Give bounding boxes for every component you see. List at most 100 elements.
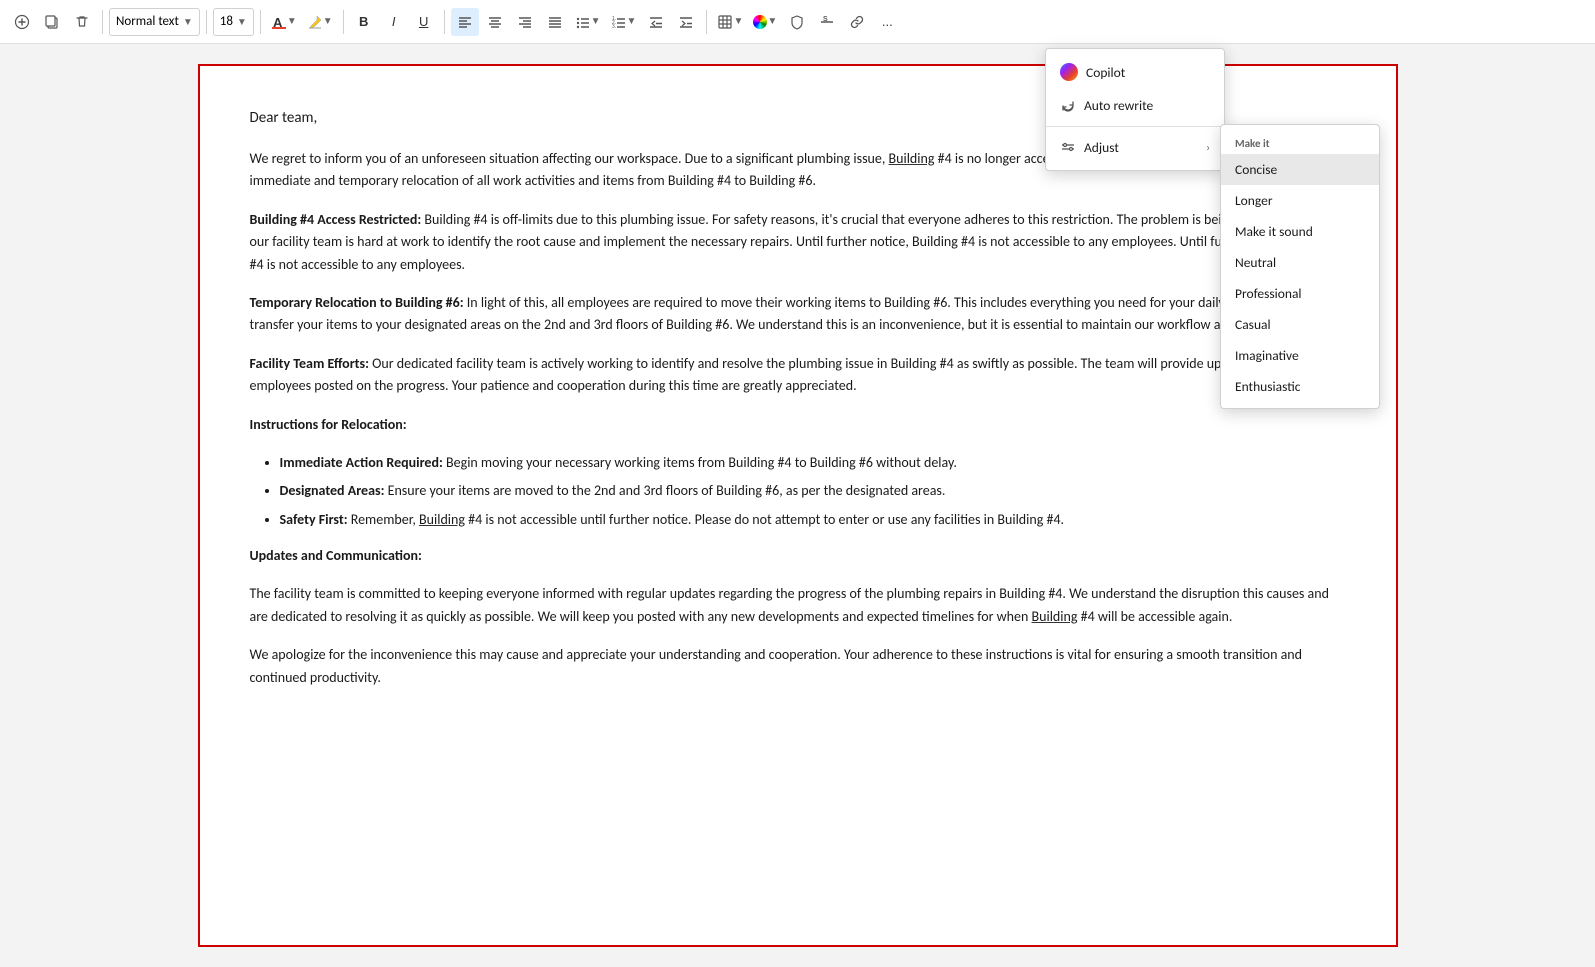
underline-button[interactable]: U [410,8,438,36]
font-color-chevron: ▼ [287,16,297,27]
delete-icon-button[interactable] [68,8,96,36]
table-chevron: ▼ [733,16,743,27]
section3-title: Facility Team Efforts: [250,355,369,372]
makeit-label-6: Imaginative [1235,347,1299,364]
makeit-label-4: Professional [1235,285,1302,302]
updates-title-text: Updates and Communication: [250,547,422,564]
align-justify-button[interactable] [541,8,569,36]
copilot-menu-item[interactable]: Copilot [1046,55,1224,89]
section2-title: Temporary Relocation to Building #6: [250,294,464,311]
makeit-item-longer[interactable]: Longer [1221,185,1379,216]
section1-title: Building #4 Access Restricted: [250,211,422,228]
updates-title-para: Updates and Communication: [250,545,1346,567]
copy-icon-button[interactable] [38,8,66,36]
style-chevron: ▼ [183,15,193,28]
main-area: Dear team, We regret to inform you of an… [0,44,1595,967]
svg-text:3.: 3. [612,24,616,30]
instructions-title: Instructions for Relocation: [250,414,1346,436]
makeit-item-neutral[interactable]: Neutral [1221,247,1379,278]
bullet3-title: Safety First: [280,511,348,528]
document-container: Dear team, We regret to inform you of an… [198,64,1398,947]
bullet2-body: Ensure your items are moved to the 2nd a… [384,482,945,499]
bullet2-title: Designated Areas: [280,482,385,499]
separator-5 [444,10,445,34]
instructions-list: Immediate Action Required: Begin moving … [280,452,1346,531]
color-palette-chevron: ▼ [767,16,777,27]
makeit-label-0: Concise [1235,161,1277,178]
table-button[interactable]: ▼ [713,8,747,36]
makeit-header: Make it [1221,131,1379,154]
makeit-label-1: Longer [1235,192,1273,209]
highlight-chevron: ▼ [323,16,333,27]
adjust-label: Adjust [1084,139,1119,156]
font-size-chevron: ▼ [237,15,247,28]
bold-button[interactable]: B [350,8,378,36]
color-palette-button[interactable]: ▼ [749,8,781,36]
toolbar: Normal text ▼ 18 ▼ A ▼ ▼ B I U [0,0,1595,44]
copilot-label: Copilot [1086,64,1125,81]
copilot-icon [1060,63,1078,81]
building-link-3: Building [419,511,465,528]
underline-label: U [419,14,428,29]
separator-1 [102,10,103,34]
italic-label: I [392,14,396,29]
more-options-button[interactable]: ... [873,8,901,36]
auto-rewrite-menu-item[interactable]: Auto rewrite [1046,89,1224,122]
auto-rewrite-label: Auto rewrite [1084,97,1153,114]
adjust-icon [1060,140,1076,156]
auto-rewrite-icon [1060,98,1076,114]
makeit-item-casual[interactable]: Casual [1221,309,1379,340]
font-color-button[interactable]: A ▼ [267,8,301,36]
makeit-label-5: Casual [1235,316,1271,333]
list-item-2: Designated Areas: Ensure your items are … [280,480,1346,502]
separator-3 [260,10,261,34]
closing-para: We apologize for the inconvenience this … [250,644,1346,689]
indent-increase-button[interactable] [672,8,700,36]
makeit-label-7: Enthusiastic [1235,378,1300,395]
doc-section3: Facility Team Efforts: Our dedicated fac… [250,353,1346,398]
copilot-menu: Copilot Auto rewrite Adjust › [1045,48,1225,171]
instructions-title-text: Instructions for Relocation: [250,416,407,433]
indent-decrease-button[interactable] [642,8,670,36]
makeit-item-concise[interactable]: Concise [1221,154,1379,185]
updates-body-para: The facility team is committed to keepin… [250,583,1346,628]
style-label: Normal text [116,14,179,29]
makeit-label-3: Neutral [1235,254,1276,271]
makeit-item-enthusiastic[interactable]: Enthusiastic [1221,371,1379,402]
makeit-item-professional[interactable]: Professional [1221,278,1379,309]
italic-button[interactable]: I [380,8,408,36]
list-item-1: Immediate Action Required: Begin moving … [280,452,1346,474]
shield-button[interactable] [783,8,811,36]
style-dropdown[interactable]: Normal text ▼ [109,8,200,36]
separator-6 [706,10,707,34]
bullet1-body: Begin moving your necessary working item… [443,454,957,471]
color-circle-icon [753,15,767,29]
align-center-button[interactable] [481,8,509,36]
makeit-item-make-it-sound[interactable]: Make it sound [1221,216,1379,247]
adjust-left: Adjust [1060,139,1119,156]
doc-section1: Building #4 Access Restricted: Building … [250,209,1346,276]
numbered-list-button[interactable]: 1.2.3. ▼ [607,8,641,36]
bullet-list-button[interactable]: ▼ [571,8,605,36]
makeit-item-imaginative[interactable]: Imaginative [1221,340,1379,371]
separator-2 [206,10,207,34]
highlight-button[interactable]: ▼ [303,8,337,36]
svg-text:S: S [823,16,828,23]
more-options-label: ... [882,14,893,29]
bullet1-title: Immediate Action Required: [280,454,443,471]
link-button[interactable] [843,8,871,36]
add-icon-button[interactable] [8,8,36,36]
building-link-1: Building [889,150,935,167]
separator-4 [343,10,344,34]
align-left-button[interactable] [451,8,479,36]
font-size-label: 18 [220,14,233,29]
list-item-3: Safety First: Remember, Building #4 is n… [280,509,1346,531]
building-link-4: Building [1032,608,1078,625]
adjust-menu-item[interactable]: Adjust › [1046,131,1224,164]
font-size-dropdown[interactable]: 18 ▼ [213,8,254,36]
doc-section2: Temporary Relocation to Building #6: In … [250,292,1346,337]
align-right-button[interactable] [511,8,539,36]
makeit-label-2: Make it sound [1235,223,1313,240]
strikethrough-button[interactable]: S [813,8,841,36]
adjust-chevron-right: › [1206,141,1210,154]
